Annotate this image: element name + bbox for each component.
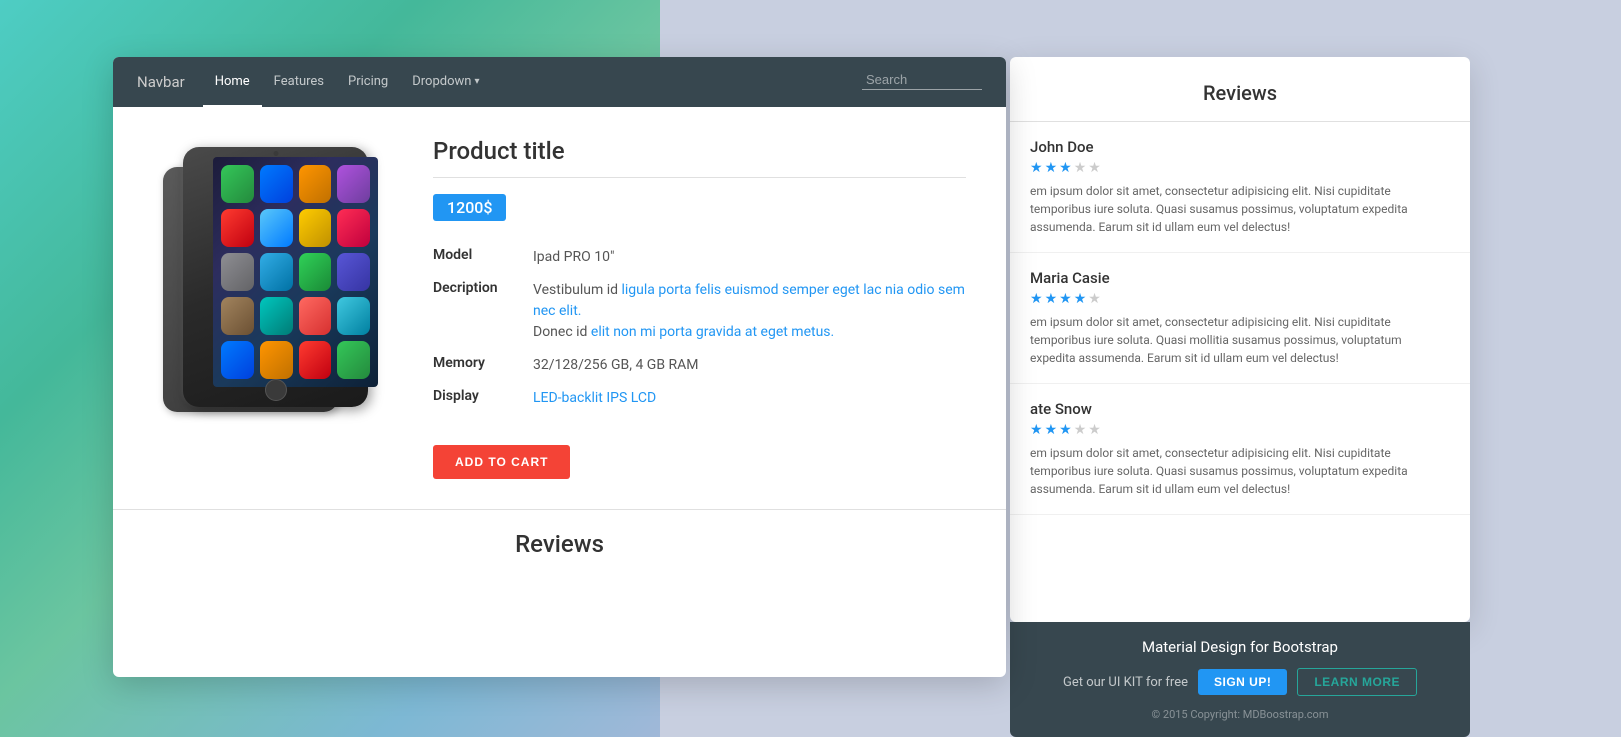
app-icon — [299, 209, 332, 247]
product-info: Product title 1200$ Model Ipad PRO 10" D… — [433, 137, 966, 479]
reviewer-name-3: ate Snow — [1030, 400, 1450, 418]
review-text-1: em ipsum dolor sit amet, consectetur adi… — [1030, 182, 1450, 236]
star-icon: ★ — [1059, 291, 1072, 307]
app-icon — [260, 341, 293, 379]
nav-links: Home Features Pricing Dropdown ▾ — [203, 57, 862, 107]
learn-more-button[interactable]: LEARN MORE — [1297, 668, 1417, 696]
ipad-body — [183, 147, 368, 407]
reviews-title: Reviews — [153, 530, 966, 570]
footer-cta-text: Get our UI KIT for free — [1063, 675, 1188, 690]
spec-value-display: LED-backlit IPS LCD — [533, 388, 656, 409]
spec-table: Model Ipad PRO 10" Decription Vestibulum… — [433, 241, 966, 415]
star-icon: ★ — [1059, 160, 1072, 176]
signup-button[interactable]: SIGN UP! — [1198, 669, 1287, 695]
spec-row-memory: Memory 32/128/256 GB, 4 GB RAM — [433, 349, 966, 382]
product-image-container — [153, 137, 393, 437]
product-divider — [433, 177, 966, 178]
spec-row-description: Decription Vestibulum id ligula porta fe… — [433, 274, 966, 349]
app-icon — [221, 209, 254, 247]
star-icon: ★ — [1074, 422, 1087, 438]
review-item-1: John Doe ★ ★ ★ ★ ★ em ipsum dolor sit am… — [1010, 122, 1470, 253]
star-icon: ★ — [1030, 291, 1043, 307]
spec-row-model: Model Ipad PRO 10" — [433, 241, 966, 274]
app-icon — [337, 341, 370, 379]
right-reviews-title: Reviews — [1010, 57, 1470, 122]
nav-dropdown[interactable]: Dropdown ▾ — [400, 57, 491, 107]
spec-label-display: Display — [433, 388, 533, 409]
star-icon: ★ — [1045, 291, 1058, 307]
review-item-3: ate Snow ★ ★ ★ ★ ★ em ipsum dolor sit am… — [1010, 384, 1470, 515]
add-to-cart-button[interactable]: ADD TO CART — [433, 445, 570, 479]
footer-copyright: © 2015 Copyright: MDBoostrap.com — [1152, 708, 1329, 721]
nav-home[interactable]: Home — [203, 57, 262, 107]
app-icon — [337, 297, 370, 335]
navbar-search — [862, 70, 982, 94]
footer-actions: Get our UI KIT for free SIGN UP! LEARN M… — [1063, 668, 1417, 696]
app-icon — [221, 165, 254, 203]
reviews-section: Reviews — [113, 509, 1006, 570]
price-badge: 1200$ — [433, 194, 506, 221]
footer-card: Material Design for Bootstrap Get our UI… — [1010, 622, 1470, 737]
spec-value-model: Ipad PRO 10" — [533, 247, 614, 268]
app-icon — [337, 209, 370, 247]
review-item-2: Maria Casie ★ ★ ★ ★ ★ em ipsum dolor sit… — [1010, 253, 1470, 384]
star-icon: ★ — [1045, 422, 1058, 438]
main-card: Navbar Home Features Pricing Dropdown ▾ — [113, 57, 1006, 677]
review-text-2: em ipsum dolor sit amet, consectetur adi… — [1030, 313, 1450, 367]
app-icon — [299, 341, 332, 379]
star-icon: ★ — [1074, 160, 1087, 176]
dropdown-arrow-icon: ▾ — [474, 76, 479, 87]
stars-3: ★ ★ ★ ★ ★ — [1030, 422, 1450, 438]
app-icon — [337, 253, 370, 291]
right-panel-card: Reviews John Doe ★ ★ ★ ★ ★ em ipsum dolo… — [1010, 57, 1470, 622]
stars-1: ★ ★ ★ ★ ★ — [1030, 160, 1450, 176]
display-link[interactable]: LED-backlit IPS LCD — [533, 390, 656, 406]
spec-label-description: Decription — [433, 280, 533, 343]
product-title: Product title — [433, 137, 966, 165]
star-icon: ★ — [1088, 422, 1101, 438]
ipad-screen-inner — [213, 157, 378, 387]
star-icon: ★ — [1030, 422, 1043, 438]
star-icon: ★ — [1059, 422, 1072, 438]
nav-features[interactable]: Features — [262, 57, 336, 107]
star-icon: ★ — [1088, 291, 1101, 307]
spec-label-memory: Memory — [433, 355, 533, 376]
app-icon — [299, 297, 332, 335]
star-icon: ★ — [1074, 291, 1087, 307]
app-icon — [221, 297, 254, 335]
spec-value-description: Vestibulum id ligula porta felis euismod… — [533, 280, 966, 343]
spec-row-display: Display LED-backlit IPS LCD — [433, 382, 966, 415]
stars-2: ★ ★ ★ ★ ★ — [1030, 291, 1450, 307]
app-icon — [221, 253, 254, 291]
app-icon — [260, 253, 293, 291]
ipad-screen — [213, 157, 378, 387]
ipad-camera — [273, 151, 278, 156]
app-icon — [337, 165, 370, 203]
reviewer-name-2: Maria Casie — [1030, 269, 1450, 287]
review-text-3: em ipsum dolor sit amet, consectetur adi… — [1030, 444, 1450, 498]
app-icon — [260, 209, 293, 247]
app-icon — [221, 341, 254, 379]
spec-value-memory: 32/128/256 GB, 4 GB RAM — [533, 355, 699, 376]
app-icon — [299, 253, 332, 291]
ipad-image — [163, 147, 383, 437]
product-area: Product title 1200$ Model Ipad PRO 10" D… — [113, 107, 1006, 499]
star-icon: ★ — [1088, 160, 1101, 176]
ipad-home-button — [265, 379, 287, 401]
app-icon — [260, 297, 293, 335]
footer-title: Material Design for Bootstrap — [1142, 638, 1338, 656]
navbar: Navbar Home Features Pricing Dropdown ▾ — [113, 57, 1006, 107]
star-icon: ★ — [1030, 160, 1043, 176]
navbar-brand: Navbar — [137, 73, 185, 91]
star-icon: ★ — [1045, 160, 1058, 176]
app-icon — [299, 165, 332, 203]
search-input[interactable] — [862, 70, 982, 90]
spec-label-model: Model — [433, 247, 533, 268]
app-icon — [260, 165, 293, 203]
nav-pricing[interactable]: Pricing — [336, 57, 400, 107]
reviewer-name-1: John Doe — [1030, 138, 1450, 156]
